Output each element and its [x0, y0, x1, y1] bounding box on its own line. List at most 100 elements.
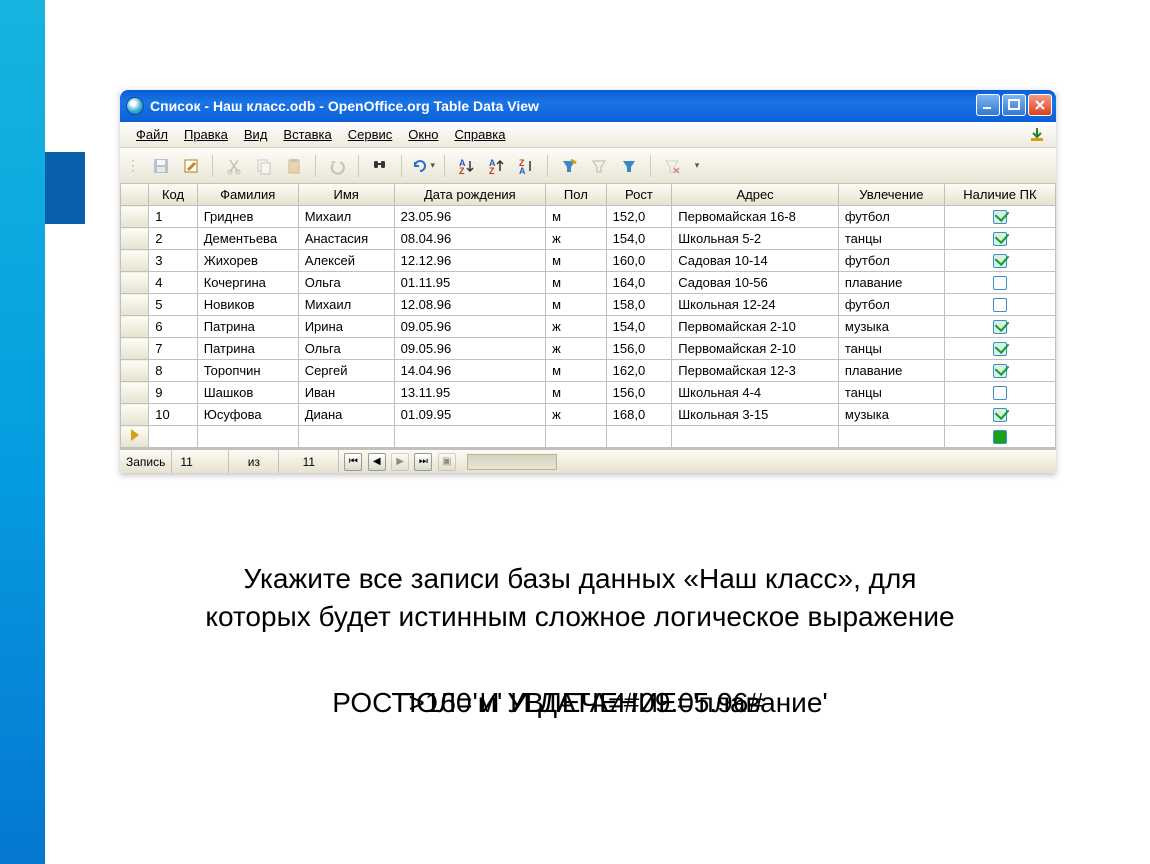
table-row[interactable]: 1ГридневМихаил23.05.96м152,0Первомайская…: [121, 206, 1056, 228]
cell-hobby[interactable]: музыка: [838, 404, 944, 426]
cell-hobby[interactable]: футбол: [838, 294, 944, 316]
find-icon[interactable]: [367, 153, 393, 179]
menu-view[interactable]: Вид: [238, 124, 274, 145]
last-record-icon[interactable]: ⏭: [414, 453, 432, 471]
menu-help[interactable]: Справка: [449, 124, 512, 145]
checkbox-icon[interactable]: [993, 386, 1007, 400]
row-selector[interactable]: [121, 382, 149, 404]
cell-id[interactable]: 4: [149, 272, 197, 294]
row-selector[interactable]: [121, 360, 149, 382]
cell-hobby[interactable]: музыка: [838, 316, 944, 338]
cell-id[interactable]: 5: [149, 294, 197, 316]
cell-fname[interactable]: Анастасия: [298, 228, 394, 250]
edit-icon[interactable]: [178, 153, 204, 179]
form-filter-icon[interactable]: [616, 153, 642, 179]
cell-addr[interactable]: Школьная 5-2: [672, 228, 839, 250]
cell-fname[interactable]: Сергей: [298, 360, 394, 382]
cell-hobby[interactable]: футбол: [838, 250, 944, 272]
cell-sex[interactable]: м: [546, 360, 607, 382]
cell-pc[interactable]: [944, 250, 1055, 272]
cell-height[interactable]: 154,0: [606, 228, 672, 250]
cell-dob[interactable]: 12.08.96: [394, 294, 545, 316]
checkbox-icon[interactable]: [993, 232, 1007, 246]
cell-height[interactable]: 168,0: [606, 404, 672, 426]
col-hobby[interactable]: Увлечение: [838, 184, 944, 206]
checkbox-icon[interactable]: [993, 364, 1007, 378]
cell-sex[interactable]: м: [546, 250, 607, 272]
col-sex[interactable]: Пол: [546, 184, 607, 206]
cell-fname[interactable]: Михаил: [298, 294, 394, 316]
cell-lname[interactable]: Патрина: [197, 338, 298, 360]
cell-addr[interactable]: Садовая 10-14: [672, 250, 839, 272]
row-selector[interactable]: [121, 206, 149, 228]
new-row-marker[interactable]: [121, 426, 149, 448]
cell-hobby[interactable]: танцы: [838, 382, 944, 404]
cell-hobby[interactable]: танцы: [838, 228, 944, 250]
cell-addr[interactable]: Садовая 10-56: [672, 272, 839, 294]
cell-lname[interactable]: Юсуфова: [197, 404, 298, 426]
cell-pc[interactable]: [944, 316, 1055, 338]
corner-cell[interactable]: [121, 184, 149, 206]
table-row[interactable]: 3ЖихоревАлексей12.12.96м160,0Садовая 10-…: [121, 250, 1056, 272]
sort-asc-icon[interactable]: AZ: [453, 153, 479, 179]
new-record-row[interactable]: [121, 426, 1056, 448]
checkbox-icon[interactable]: [993, 210, 1007, 224]
refresh-icon[interactable]: [410, 153, 436, 179]
close-button[interactable]: [1028, 94, 1052, 116]
cell-id[interactable]: 10: [149, 404, 197, 426]
cell-pc[interactable]: [944, 360, 1055, 382]
table-row[interactable]: 2ДементьеваАнастасия08.04.96ж154,0Школьн…: [121, 228, 1056, 250]
cell-addr[interactable]: Первомайская 12-3: [672, 360, 839, 382]
cell-id[interactable]: 8: [149, 360, 197, 382]
cell-dob[interactable]: 01.11.95: [394, 272, 545, 294]
checkbox-icon[interactable]: [993, 430, 1007, 444]
cell-fname[interactable]: Ольга: [298, 338, 394, 360]
row-selector[interactable]: [121, 404, 149, 426]
checkbox-icon[interactable]: [993, 320, 1007, 334]
checkbox-icon[interactable]: [993, 276, 1007, 290]
cell-hobby[interactable]: плавание: [838, 360, 944, 382]
prev-record-icon[interactable]: ◀: [368, 453, 386, 471]
cell-id[interactable]: 9: [149, 382, 197, 404]
cell-lname[interactable]: Гриднев: [197, 206, 298, 228]
cell-height[interactable]: 154,0: [606, 316, 672, 338]
cell-height[interactable]: 156,0: [606, 338, 672, 360]
cell-height[interactable]: 164,0: [606, 272, 672, 294]
cell-hobby[interactable]: танцы: [838, 338, 944, 360]
sort-custom-icon[interactable]: ZA: [513, 153, 539, 179]
download-icon[interactable]: [1028, 126, 1046, 144]
cell-lname[interactable]: Патрина: [197, 316, 298, 338]
cell-pc[interactable]: [944, 272, 1055, 294]
cell-pc[interactable]: [944, 206, 1055, 228]
cell-sex[interactable]: ж: [546, 338, 607, 360]
cell-id[interactable]: 1: [149, 206, 197, 228]
cell-fname[interactable]: Ирина: [298, 316, 394, 338]
cell-pc[interactable]: [944, 228, 1055, 250]
h-scrollbar[interactable]: [467, 454, 557, 470]
table-row[interactable]: 10ЮсуфоваДиана01.09.95ж168,0Школьная 3-1…: [121, 404, 1056, 426]
maximize-button[interactable]: [1002, 94, 1026, 116]
cell-lname[interactable]: Жихорев: [197, 250, 298, 272]
first-record-icon[interactable]: ⏮: [344, 453, 362, 471]
col-id[interactable]: Код: [149, 184, 197, 206]
cell-dob[interactable]: 12.12.96: [394, 250, 545, 272]
cell-sex[interactable]: м: [546, 206, 607, 228]
cell-addr[interactable]: Первомайская 2-10: [672, 316, 839, 338]
cell-id[interactable]: 6: [149, 316, 197, 338]
cell-pc[interactable]: [944, 382, 1055, 404]
cell-pc[interactable]: [944, 294, 1055, 316]
menu-window[interactable]: Окно: [402, 124, 444, 145]
cell-dob[interactable]: 09.05.96: [394, 316, 545, 338]
cell-dob[interactable]: 14.04.96: [394, 360, 545, 382]
title-bar[interactable]: Список - Наш класс.odb - OpenOffice.org …: [120, 90, 1056, 122]
menu-insert[interactable]: Вставка: [277, 124, 337, 145]
col-fname[interactable]: Имя: [298, 184, 394, 206]
menu-service[interactable]: Сервис: [342, 124, 399, 145]
record-number-input[interactable]: [178, 453, 222, 471]
row-selector[interactable]: [121, 272, 149, 294]
cell-sex[interactable]: ж: [546, 316, 607, 338]
cell-fname[interactable]: Алексей: [298, 250, 394, 272]
cell-lname[interactable]: Кочергина: [197, 272, 298, 294]
row-selector[interactable]: [121, 228, 149, 250]
header-row[interactable]: Код Фамилия Имя Дата рождения Пол Рост А…: [121, 184, 1056, 206]
